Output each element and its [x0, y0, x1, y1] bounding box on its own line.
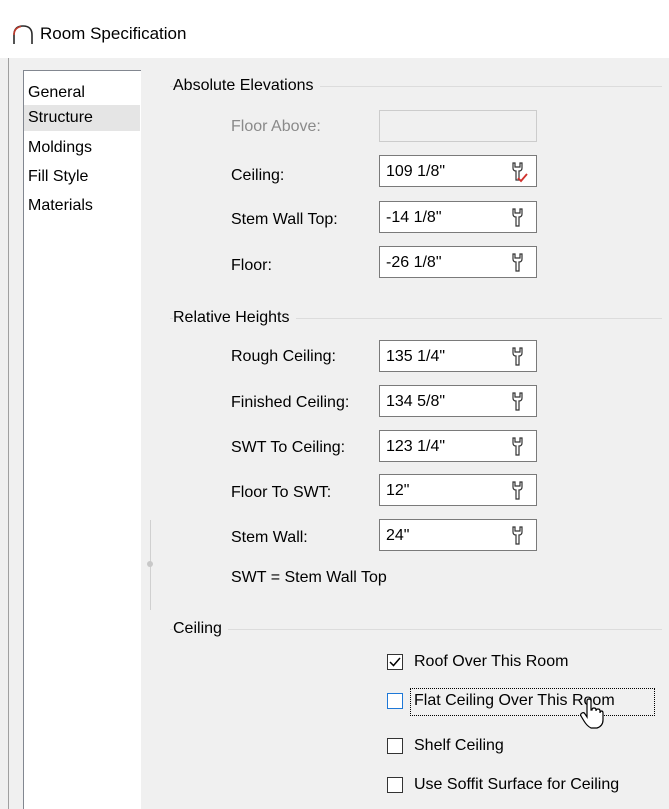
checkbox[interactable] — [387, 777, 403, 793]
checkmark-icon — [389, 657, 401, 667]
floor-to-swt-value: 12" — [386, 482, 410, 499]
checkbox[interactable] — [387, 693, 403, 709]
group-border — [170, 629, 662, 630]
hand-cursor-icon — [580, 698, 604, 729]
stem-wall-top-field[interactable]: -14 1/8" — [379, 201, 537, 233]
group-title-ceiling: Ceiling — [173, 619, 228, 639]
ceiling-field[interactable]: 109 1/8" — [379, 155, 537, 187]
window-title: Room Specification — [40, 24, 187, 43]
stem-wall-top-value: -14 1/8" — [386, 209, 442, 226]
wrench-icon[interactable] — [508, 252, 528, 274]
swt-note: SWT = Stem Wall Top — [231, 569, 387, 586]
wrench-icon[interactable] — [508, 525, 528, 547]
finished-ceiling-label: Finished Ceiling: — [231, 394, 350, 411]
sidebar-item-structure[interactable]: Structure — [24, 105, 140, 131]
flat-ceiling-checkbox-row[interactable]: Flat Ceiling Over This Room — [387, 687, 657, 717]
shelf-ceiling-label: Shelf Ceiling — [414, 737, 504, 754]
sidebar-item-moldings[interactable]: Moldings — [28, 135, 138, 161]
swt-to-ceiling-label: SWT To Ceiling: — [231, 439, 346, 456]
wrench-check-icon[interactable] — [508, 161, 528, 183]
checkbox[interactable] — [387, 654, 403, 670]
sidebar-item-general[interactable]: General — [28, 80, 138, 106]
rough-ceiling-label: Rough Ceiling: — [231, 348, 336, 365]
swt-to-ceiling-value: 123 1/4" — [386, 438, 446, 455]
rough-ceiling-field[interactable]: 135 1/4" — [379, 340, 537, 372]
roof-over-room-checkbox-row[interactable]: Roof Over This Room — [387, 648, 657, 678]
wrench-icon[interactable] — [508, 436, 528, 458]
group-title-absolute-elevations: Absolute Elevations — [173, 76, 320, 96]
floor-label: Floor: — [231, 257, 272, 274]
wrench-icon[interactable] — [508, 346, 528, 368]
ceiling-value: 109 1/8" — [386, 163, 446, 180]
rough-ceiling-value: 135 1/4" — [386, 348, 446, 365]
floor-value: -26 1/8" — [386, 254, 442, 271]
soffit-surface-checkbox-row[interactable]: Use Soffit Surface for Ceiling — [387, 771, 662, 801]
sidebar-item-materials[interactable]: Materials — [28, 193, 138, 219]
window-border — [8, 58, 9, 809]
stem-wall-field[interactable]: 24" — [379, 519, 537, 551]
floor-above-label: Floor Above: — [231, 118, 321, 135]
group-title-relative-heights: Relative Heights — [173, 308, 296, 328]
room-arch-icon — [13, 25, 33, 44]
wrench-icon[interactable] — [508, 391, 528, 413]
wrench-icon[interactable] — [508, 480, 528, 502]
swt-to-ceiling-field[interactable]: 123 1/4" — [379, 430, 537, 462]
shelf-ceiling-checkbox-row[interactable]: Shelf Ceiling — [387, 732, 657, 762]
stem-wall-top-label: Stem Wall Top: — [231, 211, 338, 228]
roof-over-room-label: Roof Over This Room — [414, 653, 569, 670]
ceiling-label: Ceiling: — [231, 167, 285, 184]
sidebar-item-fill-style[interactable]: Fill Style — [28, 164, 138, 190]
floor-above-field — [379, 110, 537, 142]
floor-field[interactable]: -26 1/8" — [379, 246, 537, 278]
checkbox[interactable] — [387, 738, 403, 754]
wrench-icon[interactable] — [508, 207, 528, 229]
finished-ceiling-value: 134 5/8" — [386, 393, 446, 410]
floor-to-swt-label: Floor To SWT: — [231, 484, 332, 501]
stem-wall-value: 24" — [386, 527, 410, 544]
floor-to-swt-field[interactable]: 12" — [379, 474, 537, 506]
splitter-grip[interactable] — [147, 561, 153, 567]
finished-ceiling-field[interactable]: 134 5/8" — [379, 385, 537, 417]
stem-wall-label: Stem Wall: — [231, 529, 308, 546]
soffit-surface-label: Use Soffit Surface for Ceiling — [414, 776, 620, 793]
